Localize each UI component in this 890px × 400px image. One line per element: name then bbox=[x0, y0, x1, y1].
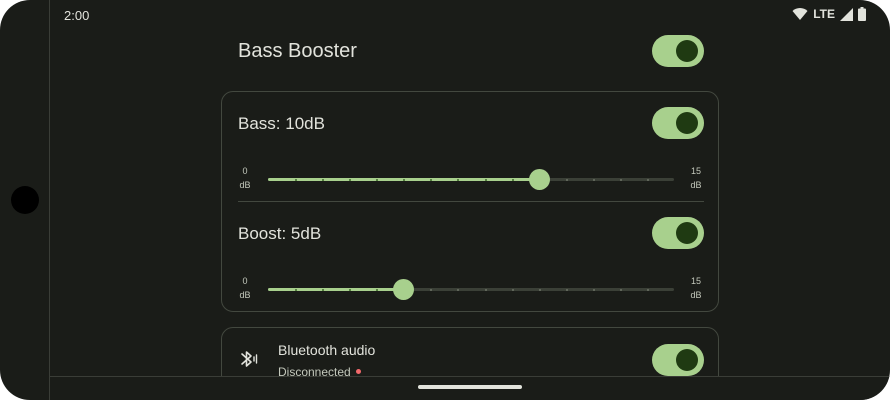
device-screen: 2:00 LTE Bass Booster Bass: 10dB 0 dB 15… bbox=[0, 0, 890, 400]
slider-tick bbox=[376, 289, 379, 291]
slider-tick bbox=[565, 179, 568, 181]
front-camera bbox=[11, 186, 39, 214]
slider-tick bbox=[349, 179, 352, 181]
boost-label: Boost: 5dB bbox=[238, 224, 322, 243]
bass-booster-switch[interactable] bbox=[652, 35, 704, 67]
network-type: LTE bbox=[813, 7, 835, 21]
slider-tick bbox=[376, 179, 379, 181]
slider-tick bbox=[322, 179, 325, 181]
bluetooth-audio-switch[interactable] bbox=[652, 344, 704, 376]
section-divider bbox=[238, 201, 704, 202]
bass-slider-min-label: 0 dB bbox=[238, 164, 252, 192]
boost-slider-max-unit: dB bbox=[690, 290, 702, 300]
switch-thumb bbox=[676, 349, 698, 371]
slider-tick bbox=[619, 179, 622, 181]
switch-thumb bbox=[676, 222, 698, 244]
boost-slider-min-label: 0 dB bbox=[238, 274, 252, 302]
status-icons: LTE bbox=[792, 7, 866, 21]
wifi-icon bbox=[792, 8, 808, 20]
boost-slider-min-unit: dB bbox=[239, 290, 251, 300]
bass-slider-max-label: 15 dB bbox=[688, 164, 704, 192]
slider-ticks bbox=[268, 288, 674, 291]
page-title: Bass Booster bbox=[238, 40, 357, 62]
slider-tick bbox=[430, 179, 433, 181]
slider-tick bbox=[295, 179, 298, 181]
bass-label: Bass: 10dB bbox=[238, 114, 325, 133]
bass-switch[interactable] bbox=[652, 107, 704, 139]
slider-tick bbox=[538, 289, 541, 291]
slider-tick bbox=[430, 289, 433, 291]
boost-slider-handle[interactable] bbox=[393, 279, 415, 300]
switch-thumb bbox=[676, 112, 698, 134]
screen-edge bbox=[49, 0, 50, 400]
bass-slider-min-unit: dB bbox=[239, 180, 251, 190]
slider-tick bbox=[457, 289, 460, 291]
status-bar: 2:00 LTE bbox=[50, 0, 890, 30]
bass-slider[interactable]: 0 dB 15 dB bbox=[238, 162, 704, 196]
slider-tick bbox=[511, 289, 514, 291]
slider-tick bbox=[592, 289, 595, 291]
home-gesture-handle[interactable] bbox=[418, 385, 522, 389]
disconnected-dot-icon bbox=[355, 369, 361, 374]
slider-track[interactable] bbox=[268, 279, 674, 300]
boost-slider[interactable]: 0 dB 15 dB bbox=[238, 272, 704, 306]
bass-settings-card: Bass: 10dB 0 dB 15 dB Boost: 5dB 0 dB 15… bbox=[221, 91, 719, 312]
main-content: Bass Booster Bass: 10dB 0 dB 15 dB Boost… bbox=[221, 30, 719, 397]
bass-booster-header: Bass Booster bbox=[221, 30, 719, 74]
bass-slider-max-unit: dB bbox=[690, 180, 702, 190]
boost-slider-max-value: 15 bbox=[690, 276, 701, 286]
slider-tick bbox=[592, 179, 595, 181]
slider-ticks bbox=[268, 178, 674, 181]
slider-track[interactable] bbox=[268, 169, 674, 190]
boost-switch[interactable] bbox=[652, 217, 704, 249]
boost-slider-max-label: 15 dB bbox=[688, 274, 704, 302]
slider-tick bbox=[349, 289, 352, 291]
battery-icon bbox=[858, 7, 866, 21]
bluetooth-audio-title: Bluetooth audio bbox=[278, 342, 376, 358]
switch-thumb bbox=[676, 40, 698, 62]
bass-slider-max-value: 15 bbox=[690, 166, 701, 176]
slider-tick bbox=[619, 289, 622, 291]
slider-tick bbox=[322, 289, 325, 291]
navigation-bar bbox=[50, 376, 890, 400]
slider-tick bbox=[457, 179, 460, 181]
slider-tick bbox=[646, 289, 649, 291]
slider-tick bbox=[511, 179, 514, 181]
slider-tick bbox=[484, 289, 487, 291]
boost-slider-min-value: 0 bbox=[242, 276, 248, 286]
slider-tick bbox=[646, 179, 649, 181]
slider-tick bbox=[565, 289, 568, 291]
cell-signal-icon bbox=[840, 7, 853, 21]
slider-tick bbox=[295, 289, 298, 291]
slider-tick bbox=[403, 179, 406, 181]
bluetooth-audio-icon bbox=[241, 351, 258, 367]
bass-slider-handle[interactable] bbox=[528, 169, 550, 190]
status-time: 2:00 bbox=[64, 8, 90, 23]
slider-tick bbox=[484, 179, 487, 181]
bass-slider-min-value: 0 bbox=[242, 166, 248, 176]
